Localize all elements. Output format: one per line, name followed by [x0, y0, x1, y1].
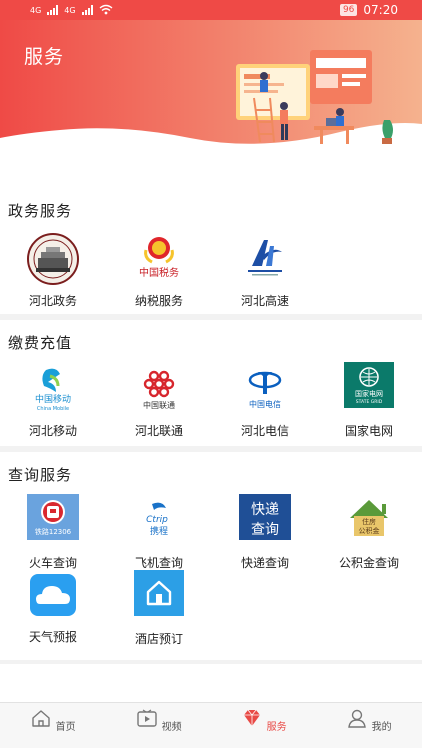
service-item-label: 河北政务: [28, 294, 77, 308]
service-item-label: 公积金查询: [338, 556, 399, 570]
service-item-label: 快递查询: [240, 556, 289, 570]
service-item-weather[interactable]: 天气预报: [3, 574, 103, 645]
railway-logo-text: 铁路12306: [35, 527, 72, 536]
hebei-government-emblem-icon: [26, 232, 80, 286]
weather-cloud-icon: [30, 574, 76, 616]
ctrip-logo-text: 携程: [150, 525, 168, 537]
nav-label-home: 首页: [55, 722, 76, 733]
china-mobile-logo-text: 中国移动: [35, 393, 71, 405]
hebei-expressway-logo-icon: [238, 232, 292, 286]
service-item-flight-query[interactable]: Ctrip 携程 飞机查询: [109, 494, 209, 571]
video-icon: [137, 709, 158, 727]
service-item-hebei-government[interactable]: 河北政务: [3, 232, 103, 309]
service-item-hebei-mobile[interactable]: 中国移动 China Mobile 河北移动: [3, 362, 103, 439]
nav-label-video: 视频: [161, 722, 182, 733]
service-item-label: 酒店预订: [134, 632, 183, 646]
state-grid-logo-icon: 国家电网 STATE GRID: [344, 362, 394, 408]
nav-tab-profile[interactable]: 我的: [339, 708, 399, 733]
china-telecom-logo-icon: 中国电信: [238, 362, 292, 416]
railway-12306-icon: 铁路12306: [27, 494, 79, 540]
section-title: 政务服务: [8, 202, 73, 220]
profile-icon: [348, 709, 367, 728]
housing-fund-logo-text-1: 住房: [362, 517, 376, 526]
office-workers-illustration: [236, 50, 393, 144]
service-item-train-query[interactable]: 铁路12306 火车查询: [3, 494, 103, 571]
service-item-housing-fund-query[interactable]: 住房 公积金 公积金查询: [319, 494, 419, 571]
service-item-state-grid[interactable]: 国家电网 STATE GRID 国家电网: [319, 362, 419, 439]
china-mobile-logo-subtext: China Mobile: [37, 406, 69, 412]
signal-strength-2-icon: [81, 3, 93, 15]
service-item-label: 国家电网: [344, 424, 393, 438]
service-diamond-icon: [244, 709, 261, 726]
service-item-label: 河北高速: [240, 294, 289, 308]
signal-strength-icon: [47, 3, 59, 15]
china-telecom-logo-text: 中国电信: [249, 399, 281, 409]
section-divider: [0, 660, 422, 664]
service-item-hotel-booking[interactable]: 酒店预订: [109, 570, 209, 647]
nav-tab-home[interactable]: 首页: [23, 708, 83, 733]
svg-text:中国税务: 中国税务: [139, 266, 179, 279]
china-tax-emblem-icon: 中国税务: [132, 232, 186, 286]
signal-2-label: 4G: [64, 6, 76, 15]
wifi-icon: [99, 4, 113, 15]
home-icon: [32, 710, 51, 727]
hotel-house-icon: [134, 570, 184, 616]
service-item-hebei-unicom[interactable]: 中国联通 河北联通: [109, 362, 209, 439]
nav-label-profile: 我的: [371, 722, 392, 733]
ctrip-logo-icon: Ctrip 携程: [132, 494, 186, 548]
housing-fund-icon: 住房 公积金: [342, 494, 396, 548]
battery-indicator: 96: [339, 4, 358, 16]
section-payment-recharge: 缴费充值 中国移动 China Mobile 河北移动 中国联通 河北联通 中国…: [0, 320, 422, 446]
service-item-hebei-telecom[interactable]: 中国电信 河北电信: [215, 362, 315, 439]
section-title: 查询服务: [8, 466, 73, 484]
ctrip-logo-subtext: Ctrip: [146, 515, 168, 525]
nav-tab-service[interactable]: 服务: [234, 708, 294, 733]
service-item-label: 飞机查询: [134, 556, 183, 570]
china-unicom-logo-icon: 中国联通: [132, 362, 186, 416]
section-government-services: 政务服务 河北政务 中国税务 纳税服务 河北高速: [0, 190, 422, 314]
service-item-label: 天气预报: [28, 630, 77, 644]
china-mobile-logo-icon: 中国移动 China Mobile: [26, 362, 80, 416]
nav-tab-video[interactable]: 视频: [129, 708, 189, 733]
status-bar: 4G 4G 96 07:20: [0, 0, 422, 20]
service-item-label: 河北移动: [28, 424, 77, 438]
service-item-label: 火车查询: [28, 556, 77, 570]
status-time: 07:20: [363, 3, 398, 17]
housing-fund-logo-text-2: 公积金: [359, 526, 380, 535]
service-item-label: 河北电信: [240, 424, 289, 438]
bottom-navigation: 首页 视频 服务 我的: [0, 702, 422, 748]
signal-1-label: 4G: [30, 6, 42, 15]
page-title: 服务: [24, 46, 65, 68]
section-title: 缴费充值: [8, 334, 73, 352]
china-unicom-logo-text: 中国联通: [143, 400, 175, 410]
nav-label-service: 服务: [266, 722, 287, 733]
express-logo-text-1: 快递: [251, 502, 279, 518]
express-logo-text-2: 查询: [251, 522, 279, 538]
service-item-hebei-expressway[interactable]: 河北高速: [215, 232, 315, 309]
section-query-services: 查询服务 铁路12306 火车查询 Ctrip 携程 飞机查询 快递 查询 快递…: [0, 452, 422, 660]
state-grid-logo-text: 国家电网: [355, 389, 383, 398]
service-item-tax[interactable]: 中国税务 纳税服务: [109, 232, 209, 309]
service-item-label: 纳税服务: [134, 294, 183, 308]
service-item-label: 河北联通: [134, 424, 183, 438]
state-grid-logo-subtext: STATE GRID: [356, 399, 383, 405]
service-item-express-query[interactable]: 快递 查询 快递查询: [215, 494, 315, 571]
express-query-icon: 快递 查询: [239, 494, 291, 540]
header-banner: 服务: [0, 20, 422, 170]
